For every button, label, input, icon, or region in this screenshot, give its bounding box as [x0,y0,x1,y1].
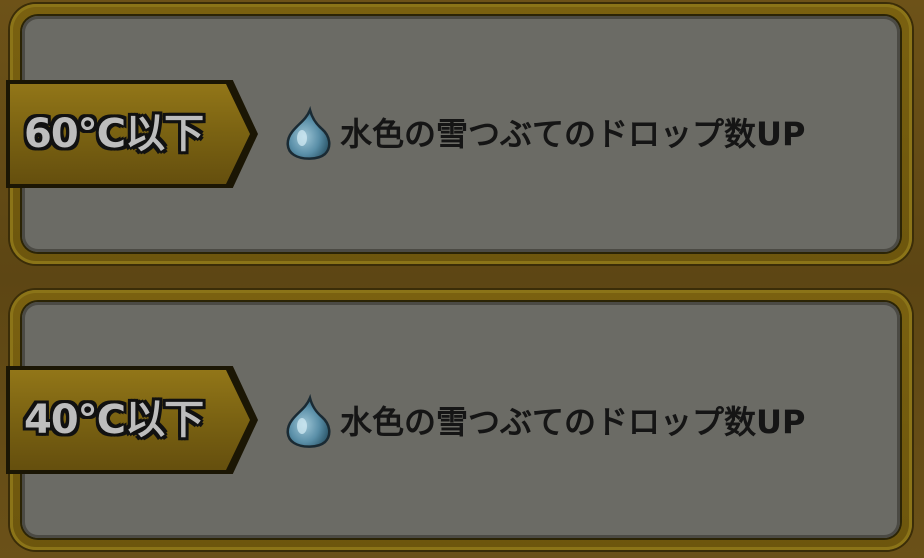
bonus-description-2: 水色の雪つぶてのドロップ数UP [340,403,806,441]
threshold-label-1: 60℃以下 [24,111,204,157]
water-drop-icon [286,394,331,448]
bonus-description-1: 水色の雪つぶてのドロップ数UP [340,115,806,153]
threshold-label-2: 40℃以下 [24,397,204,443]
water-drop-icon [286,106,331,160]
